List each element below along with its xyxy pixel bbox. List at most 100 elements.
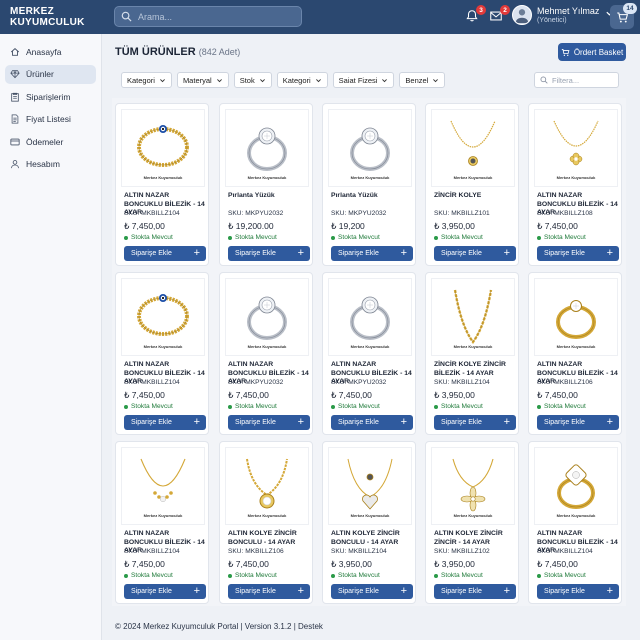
add-to-order-button[interactable]: Siparişe Ekle +: [124, 415, 206, 430]
filter-saiat-fizesi[interactable]: Saiat Fizesi: [332, 72, 395, 88]
order-basket-label: Ördert Basket: [573, 47, 624, 57]
sidebar-item-fiyat-listesi[interactable]: Fiyat Listesi: [5, 110, 96, 129]
add-to-order-button[interactable]: Siparişe Ekle +: [331, 584, 413, 599]
product-card[interactable]: Merkez Kuyumculuk ALTIN NAZAR BONCUKLU B…: [115, 103, 209, 266]
product-card[interactable]: Merkez Kuyumculuk ALTIN NAZAR BONCUKLU B…: [528, 441, 622, 604]
chevron-down-icon: [315, 78, 321, 82]
add-to-order-button[interactable]: Siparişe Ekle +: [434, 584, 516, 599]
product-card[interactable]: Merkez Kuyumculuk ALTIN NAZAR BONCUKLU B…: [528, 272, 622, 435]
brand-logo[interactable]: MERKEZ KUYUMCULUK: [0, 6, 104, 28]
product-image[interactable]: Merkez Kuyumculuk: [328, 447, 412, 525]
product-sku: SKU: MKBILLZ102: [434, 548, 490, 555]
page-title: TÜM ÜRÜNLER (842 Adet): [115, 46, 240, 58]
messages-button[interactable]: 2: [489, 5, 510, 25]
filter-benzel[interactable]: Benzel: [399, 72, 446, 88]
product-price: ₺ 19,200.00: [228, 221, 274, 231]
sidebar-item-urunler[interactable]: Ürünler: [5, 64, 96, 84]
product-card[interactable]: Merkez Kuyumculuk ZİNCİR KOLYE SKU: MKBI…: [425, 103, 519, 266]
product-image[interactable]: Merkez Kuyumculuk: [431, 278, 515, 356]
product-image[interactable]: Merkez Kuyumculuk: [121, 109, 205, 187]
product-image[interactable]: Merkez Kuyumculuk: [121, 278, 205, 356]
user-menu[interactable]: Mehmet Yılmaz (Yönetici): [512, 5, 614, 25]
sidebar-item-anasayfa[interactable]: Anasayfa: [5, 42, 96, 61]
add-to-order-button[interactable]: Siparişe Ekle +: [228, 415, 310, 430]
filter-search-input[interactable]: Filtera...: [534, 72, 619, 88]
product-image[interactable]: Merkez Kuyumculuk: [431, 109, 515, 187]
product-image[interactable]: Merkez Kuyumculuk: [431, 447, 515, 525]
search-input[interactable]: Arama...: [114, 6, 302, 27]
filter-label: Kategori: [282, 75, 311, 85]
product-image[interactable]: Merkez Kuyumculuk: [328, 278, 412, 356]
top-header: MERKEZ KUYUMCULUK Arama... 3 2 Mehmet Yı…: [0, 0, 640, 34]
product-watermark: Merkez Kuyumculuk: [350, 343, 390, 349]
product-card[interactable]: Merkez Kuyumculuk ALTIN NAZAR BONCUKLU B…: [528, 103, 622, 266]
stock-dot-icon: [331, 404, 335, 409]
product-image[interactable]: Merkez Kuyumculuk: [534, 447, 618, 525]
notifications-button[interactable]: 3: [465, 5, 486, 25]
add-to-order-button[interactable]: Siparişe Ekle +: [434, 415, 516, 430]
product-sku: SKU: MKBILLZ106: [537, 379, 593, 386]
product-name[interactable]: ALTIN KOLYE ZİNCİR BONCULU - 14 AYAR: [228, 530, 310, 547]
add-to-order-button[interactable]: Siparişe Ekle +: [537, 415, 619, 430]
add-to-order-button[interactable]: Siparişe Ekle +: [537, 584, 619, 599]
add-to-order-button[interactable]: Siparişe Ekle +: [331, 415, 413, 430]
sidebar-item-odemeler[interactable]: Ödemeler: [5, 132, 96, 151]
product-card[interactable]: Merkez Kuyumculuk Pırlanta Yüzük SKU: MK…: [322, 103, 416, 266]
filter-stok[interactable]: Stok: [233, 72, 272, 88]
sidebar-item-hesabim[interactable]: Hesabım: [5, 155, 96, 174]
product-sku: SKU: MKBILLZ104: [537, 548, 593, 555]
product-name[interactable]: ALTIN KOLYE ZİNCİR ZİNCİR - 14 AYAR: [434, 530, 516, 547]
add-to-order-label: Siparişe Ekle: [544, 419, 585, 426]
filter-kategori-2[interactable]: Kategori: [276, 72, 328, 88]
gold-necklace-pendant-image: [450, 120, 496, 166]
cart-count-badge: 14: [623, 3, 637, 14]
add-to-order-button[interactable]: Siparişe Ekle +: [537, 246, 619, 261]
plus-icon: +: [297, 247, 304, 259]
stock-dot-icon: [331, 573, 335, 578]
product-image[interactable]: Merkez Kuyumculuk: [121, 447, 205, 525]
product-card[interactable]: Merkez Kuyumculuk ALTIN NAZAR BONCUKLU B…: [115, 441, 209, 604]
product-image[interactable]: Merkez Kuyumculuk: [534, 109, 618, 187]
product-card[interactable]: Merkez Kuyumculuk ALTIN NAZAR BONCUKLU B…: [322, 272, 416, 435]
stock-status: Stokta Mevcut: [228, 403, 277, 410]
product-image[interactable]: Merkez Kuyumculuk: [534, 278, 618, 356]
stock-label: Stokta Mevcut: [235, 234, 277, 241]
sidebar-item-label: Fiyat Listesi: [26, 114, 71, 124]
add-to-order-button[interactable]: Siparişe Ekle +: [434, 246, 516, 261]
product-price: ₺ 3,950,00: [434, 221, 475, 231]
filter-label: Materyal: [182, 75, 212, 85]
product-image[interactable]: Merkez Kuyumculuk: [225, 447, 309, 525]
add-to-order-button[interactable]: Siparişe Ekle +: [124, 584, 206, 599]
product-name[interactable]: ZİNCİR KOLYE ZİNCİR BİLEZİK - 14 AYAR: [434, 361, 516, 378]
product-card[interactable]: Merkez Kuyumculuk ALTIN KOLYE ZİNCİR ZİN…: [425, 441, 519, 604]
product-card[interactable]: Merkez Kuyumculuk ALTIN KOLYE ZİNCİR BON…: [219, 441, 313, 604]
chevron-down-icon: [259, 78, 265, 82]
product-sku: SKU: MKPYU2032: [331, 379, 387, 386]
filter-kategori[interactable]: Kategori: [121, 72, 172, 88]
stock-label: Stokta Mevcut: [338, 403, 380, 410]
product-card[interactable]: Merkez Kuyumculuk ALTIN KOLYE ZİNCİR BON…: [322, 441, 416, 604]
add-to-order-button[interactable]: Siparişe Ekle +: [331, 246, 413, 261]
product-image[interactable]: Merkez Kuyumculuk: [225, 278, 309, 356]
product-name[interactable]: ALTIN KOLYE ZİNCİR BONCULU - 14 AYAR: [331, 530, 413, 547]
product-image[interactable]: Merkez Kuyumculuk: [328, 109, 412, 187]
product-image[interactable]: Merkez Kuyumculuk: [225, 109, 309, 187]
plus-icon: +: [193, 416, 200, 428]
product-name[interactable]: ZİNCİR KOLYE: [434, 192, 516, 201]
add-to-order-button[interactable]: Siparişe Ekle +: [228, 584, 310, 599]
product-card[interactable]: Merkez Kuyumculuk ZİNCİR KOLYE ZİNCİR Bİ…: [425, 272, 519, 435]
product-card[interactable]: Merkez Kuyumculuk ALTIN NAZAR BONCUKLU B…: [219, 272, 313, 435]
filter-materyal[interactable]: Materyal: [176, 72, 229, 88]
add-to-order-button[interactable]: Siparişe Ekle +: [228, 246, 310, 261]
add-to-order-label: Siparişe Ekle: [131, 419, 172, 426]
product-name[interactable]: Pırlanta Yüzük: [228, 192, 310, 201]
product-card[interactable]: Merkez Kuyumculuk Pırlanta Yüzük SKU: MK…: [219, 103, 313, 266]
sidebar-item-siparislerim[interactable]: Siparişlerim: [5, 87, 96, 106]
product-name[interactable]: Pırlanta Yüzük: [331, 192, 413, 201]
cart-button[interactable]: 14: [610, 3, 637, 29]
order-basket-button[interactable]: Ördert Basket: [558, 43, 626, 61]
plus-icon: +: [193, 247, 200, 259]
stock-status: Stokta Mevcut: [228, 572, 277, 579]
product-card[interactable]: Merkez Kuyumculuk ALTIN NAZAR BONCUKLU B…: [115, 272, 209, 435]
add-to-order-button[interactable]: Siparişe Ekle +: [124, 246, 206, 261]
